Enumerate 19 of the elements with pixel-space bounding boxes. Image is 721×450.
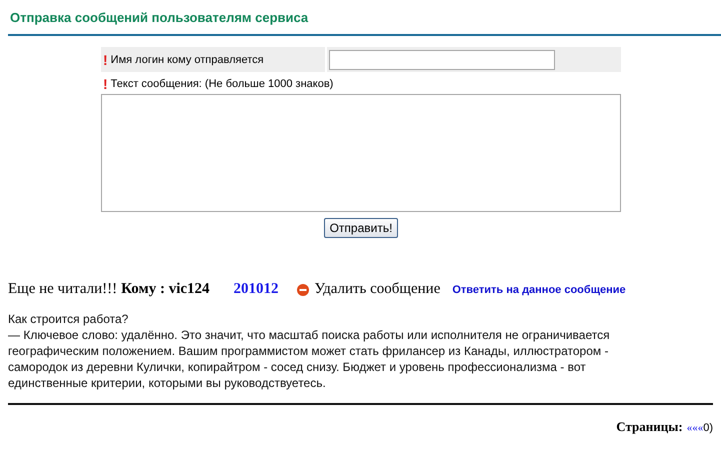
recipient-text: Кому : vic124 xyxy=(121,281,210,298)
message-textarea[interactable] xyxy=(101,94,621,212)
message-body: — Ключевое слово: удалённо. Это значит, что масштаб поиска работы или исполнителя не ограничивается географическим положением. Вашим программистом может стать фрилансер из Канады, иллюстратором - самородок из деревни Кулички, копирайтром - сосед снизу. Бюджет и уровень профессионализма - вот единственные критерии, которыми вы руководствуетесь. xyxy=(8,327,611,391)
pages-label: Страницы: xyxy=(616,419,683,435)
recipient-label: Имя логин кому отправляется xyxy=(110,54,264,66)
page-title: Отправка сообщений пользователям сервиса xyxy=(9,9,310,27)
recipient-input[interactable] xyxy=(329,50,555,70)
message-id-link[interactable]: 201012 xyxy=(234,281,279,298)
unread-status: Еще не читали!!! xyxy=(8,281,118,298)
message-label: Текст сообщения: (Не больше 1000 знаков) xyxy=(110,78,334,90)
send-button[interactable]: Отправить! xyxy=(324,218,398,238)
reply-link[interactable]: Ответить на данное сообщение xyxy=(452,284,626,296)
previous-pages-link[interactable]: ««« xyxy=(686,422,704,434)
delete-link[interactable]: Удалить сообщение xyxy=(314,281,440,298)
required-mark: ! xyxy=(103,52,108,68)
current-page: 0) xyxy=(703,422,713,434)
delete-icon[interactable] xyxy=(296,284,309,296)
required-mark: ! xyxy=(103,76,108,92)
message-question: Как строится работа? xyxy=(8,311,130,327)
